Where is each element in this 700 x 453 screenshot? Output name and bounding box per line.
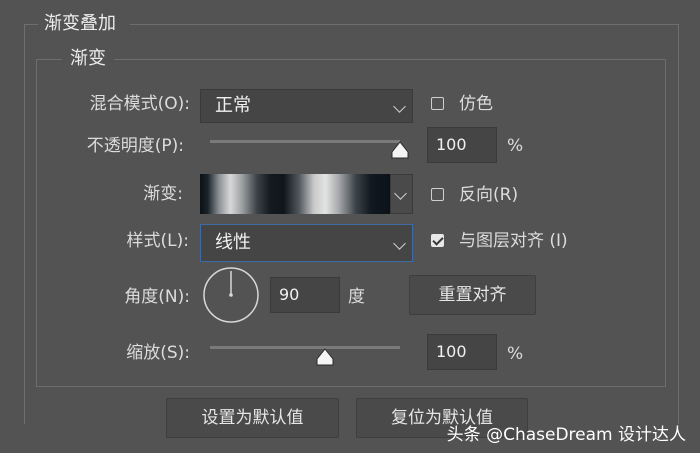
group-frame-left	[36, 59, 37, 386]
section-frame-right	[678, 24, 679, 424]
gradient-preview[interactable]	[200, 174, 390, 214]
group-frame-corner	[36, 59, 62, 60]
gradient-label: 渐变:	[143, 184, 183, 204]
opacity-slider-track[interactable]	[210, 140, 400, 143]
scale-input[interactable]: 100	[427, 334, 497, 370]
align-with-layer-checkbox[interactable]	[431, 234, 444, 247]
gradient-picker-dropdown[interactable]	[390, 174, 413, 214]
reverse-checkbox[interactable]	[431, 188, 444, 201]
angle-unit: 度	[348, 287, 365, 307]
section-frame-corner	[24, 24, 38, 25]
group-frame-top	[114, 59, 666, 60]
chevron-down-icon	[393, 100, 406, 113]
dither-checkbox[interactable]	[431, 97, 444, 110]
chevron-down-icon	[394, 187, 407, 200]
scale-label: 缩放(S):	[126, 343, 190, 363]
section-frame-top	[130, 24, 678, 25]
angle-dial[interactable]	[202, 266, 260, 324]
section-title: 渐变叠加	[44, 13, 116, 34]
angle-label: 角度(N):	[124, 287, 190, 307]
chevron-down-icon	[393, 237, 406, 250]
scale-slider-track[interactable]	[210, 346, 400, 349]
style-value: 线性	[215, 232, 251, 253]
opacity-input[interactable]: 100	[427, 127, 497, 163]
dither-label: 仿色	[459, 94, 493, 114]
reverse-label: 反向(R)	[459, 185, 519, 205]
section-frame-left	[24, 24, 25, 424]
blend-mode-label: 混合模式(O):	[89, 94, 190, 114]
reset-alignment-button[interactable]: 重置对齐	[409, 275, 536, 315]
group-title: 渐变	[70, 48, 106, 69]
style-dropdown[interactable]: 线性	[200, 224, 413, 262]
opacity-unit: %	[507, 136, 524, 156]
blend-mode-dropdown[interactable]: 正常	[200, 89, 413, 123]
group-frame-bottom	[36, 386, 666, 387]
watermark: 头条 @ChaseDream 设计达人	[446, 425, 686, 445]
set-as-default-button[interactable]: 设置为默认值	[166, 398, 339, 438]
blend-mode-value: 正常	[215, 95, 251, 116]
group-frame-right	[665, 59, 666, 386]
scale-unit: %	[507, 344, 524, 364]
align-with-layer-label: 与图层对齐 (I)	[459, 231, 568, 251]
style-label: 样式(L):	[126, 231, 189, 251]
opacity-label: 不透明度(P):	[86, 136, 184, 156]
angle-input[interactable]: 90	[270, 277, 340, 313]
